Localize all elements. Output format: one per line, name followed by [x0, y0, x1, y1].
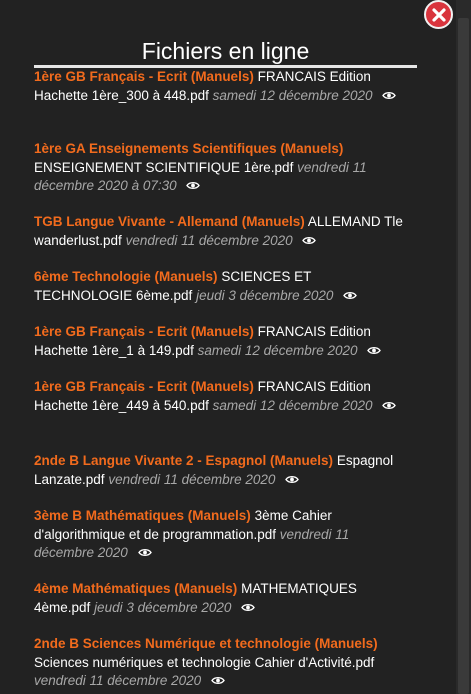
file-item: 1ère GA Enseignements Scientifiques (Man… [34, 140, 412, 196]
file-date: jeudi 3 décembre 2020 [196, 287, 334, 303]
file-date: samedi 12 décembre 2020 [197, 342, 358, 358]
eye-icon[interactable] [285, 471, 300, 490]
file-date: vendredi 11 décembre 2020 [125, 232, 293, 248]
file-name-link[interactable]: ENSEIGNEMENT SCIENTIFIQUE 1ère.pdf [34, 160, 293, 175]
file-item: 4ème Mathématiques (Manuels) MATHEMATIQU… [34, 580, 412, 617]
file-category-link[interactable]: 1ère GB Français - Ecrit (Manuels) [34, 69, 254, 84]
file-item: TGB Langue Vivante - Allemand (Manuels) … [34, 213, 412, 250]
close-icon [431, 7, 446, 22]
close-button[interactable] [424, 0, 453, 29]
file-category-link[interactable]: 4ème Mathématiques (Manuels) [34, 581, 237, 596]
file-category-link[interactable]: TGB Langue Vivante - Allemand (Manuels) [34, 214, 305, 229]
file-item: 2nde B Sciences Numérique et technologie… [34, 635, 412, 691]
file-date: vendredi 11 décembre 2020 [34, 673, 202, 689]
eye-icon[interactable] [367, 342, 382, 361]
file-date: jeudi 3 décembre 2020 [94, 599, 232, 615]
eye-icon[interactable] [382, 87, 397, 106]
file-category-link[interactable]: 6ème Technologie (Manuels) [34, 269, 218, 284]
page-title: Fichiers en ligne [141, 38, 310, 64]
file-item: 2nde B Langue Vivante 2 - Espagnol (Manu… [34, 452, 412, 489]
eye-icon[interactable] [186, 177, 201, 196]
eye-icon[interactable] [241, 599, 256, 618]
eye-icon[interactable] [137, 544, 152, 563]
scrollbar-thumb[interactable] [458, 18, 469, 694]
file-category-link[interactable]: 3ème B Mathématiques (Manuels) [34, 508, 251, 523]
file-category-link[interactable]: 2nde B Langue Vivante 2 - Espagnol (Manu… [34, 453, 333, 468]
eye-icon[interactable] [211, 672, 225, 691]
file-item: 3ème B Mathématiques (Manuels) 3ème Cahi… [34, 507, 412, 563]
file-item: 6ème Technologie (Manuels) SCIENCES ET T… [34, 268, 412, 305]
file-category-link[interactable]: 2nde B Sciences Numérique et technologie… [34, 636, 378, 651]
file-category-link[interactable]: 1ère GB Français - Ecrit (Manuels) [34, 379, 254, 394]
eye-icon[interactable] [302, 232, 317, 251]
eye-icon[interactable] [343, 287, 358, 306]
file-date: samedi 12 décembre 2020 [212, 397, 373, 413]
file-item: 1ère GB Français - Ecrit (Manuels) FRANC… [34, 378, 412, 415]
file-date: vendredi 11 décembre 2020 [108, 471, 276, 487]
file-date: samedi 12 décembre 2020 [212, 87, 373, 103]
file-name-link[interactable]: Sciences numériques et technologie Cahie… [34, 655, 374, 670]
file-category-link[interactable]: 1ère GB Français - Ecrit (Manuels) [34, 324, 254, 339]
eye-icon[interactable] [382, 397, 397, 416]
file-item: 1ère GB Français - Ecrit (Manuels) FRANC… [34, 323, 412, 360]
file-item: 1ère GB Français - Ecrit (Manuels) FRANC… [34, 68, 412, 105]
file-category-link[interactable]: 1ère GA Enseignements Scientifiques (Man… [34, 141, 343, 156]
